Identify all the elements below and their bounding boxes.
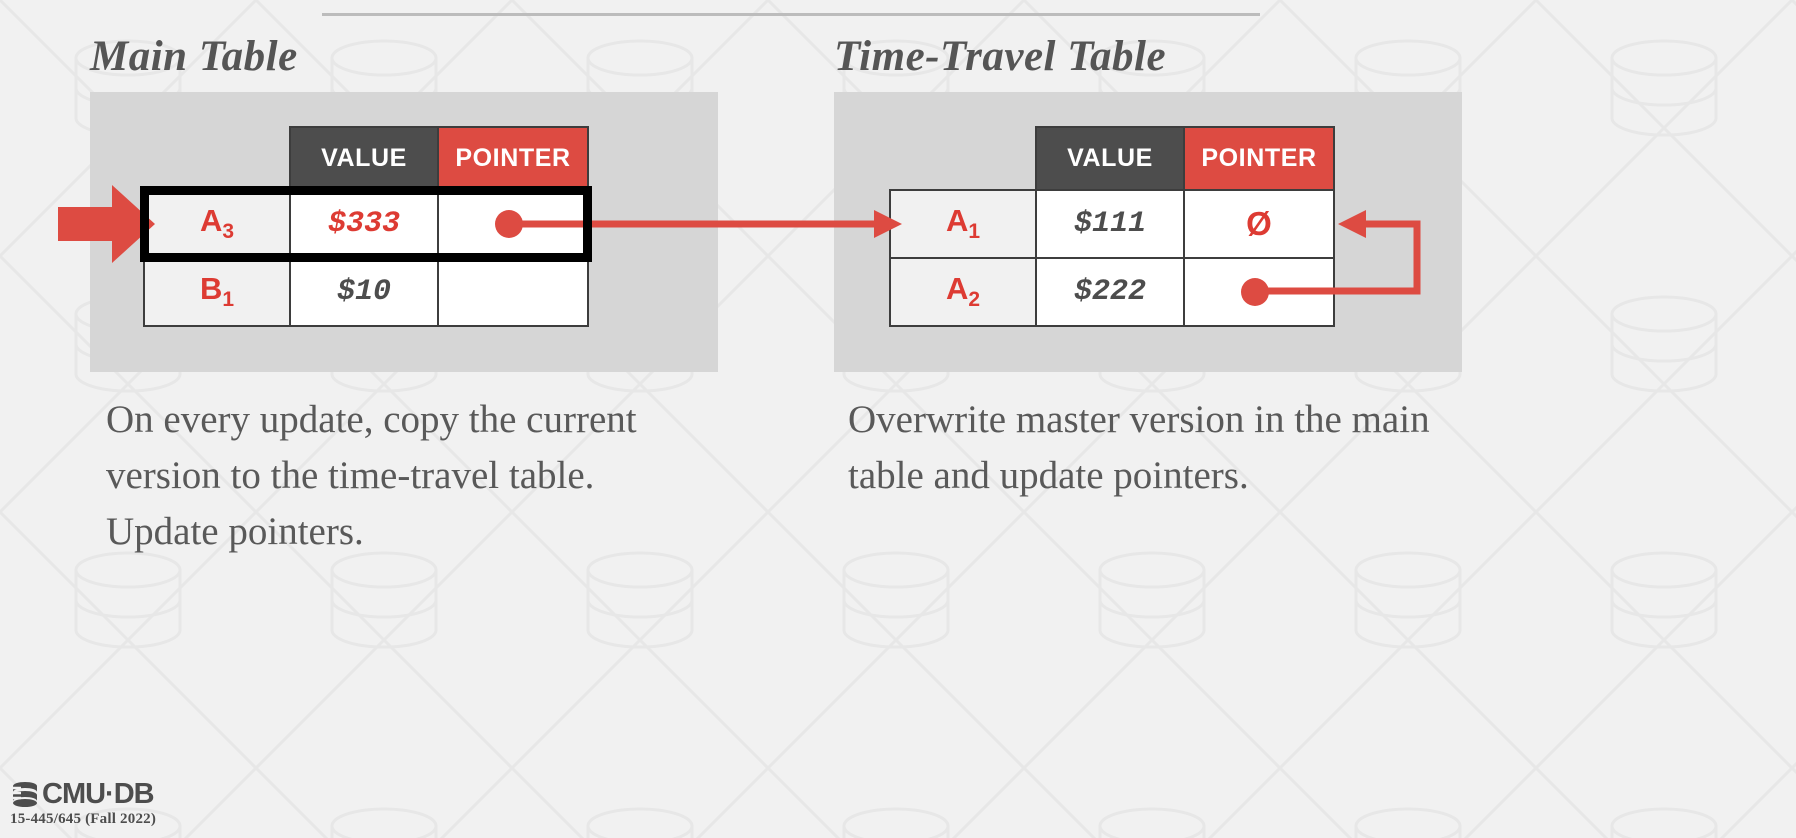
table-row: A1 $111 Ø bbox=[889, 189, 1335, 259]
tt-row-1-key-letter: A bbox=[945, 271, 969, 307]
tt-header-pointer: POINTER bbox=[1183, 126, 1335, 190]
main-table: VALUE POINTER A3 $333 B1 $10 bbox=[143, 126, 589, 327]
cmu-db-logo: CMU·DB bbox=[10, 780, 156, 809]
tt-row-0-value: $111 bbox=[1035, 189, 1185, 259]
time-travel-table-title: Time-Travel Table bbox=[834, 33, 1167, 80]
tt-row-0-key-subscript: 1 bbox=[968, 220, 981, 244]
tt-row-1-value: $222 bbox=[1035, 257, 1185, 327]
main-row-0-value: $333 bbox=[289, 189, 439, 259]
main-row-0-key-subscript: 3 bbox=[222, 220, 235, 244]
pointer-dot-icon bbox=[1241, 278, 1269, 306]
null-pointer-icon: Ø bbox=[1246, 205, 1272, 242]
main-row-1-key-letter: B bbox=[199, 271, 223, 307]
footer: CMU·DB 15-445/645 (Fall 2022) bbox=[10, 780, 156, 828]
table-row: B1 $10 bbox=[143, 257, 589, 327]
main-table-title: Main Table bbox=[90, 33, 298, 80]
tt-header-value: VALUE bbox=[1035, 126, 1185, 190]
main-row-1-key: B1 bbox=[143, 257, 291, 327]
database-cylinder-icon bbox=[10, 781, 37, 807]
main-row-1-value: $10 bbox=[289, 257, 439, 327]
cmu-db-logo-text: CMU·DB bbox=[42, 778, 155, 810]
main-row-0-pointer bbox=[437, 189, 589, 259]
pointer-dot-icon bbox=[495, 210, 523, 238]
tt-row-1-key-subscript: 2 bbox=[968, 288, 981, 312]
time-travel-table: VALUE POINTER A1 $111 Ø A2 $222 bbox=[889, 126, 1335, 327]
course-label: 15-445/645 (Fall 2022) bbox=[10, 811, 157, 827]
main-header-value: VALUE bbox=[289, 126, 439, 190]
main-row-0-key: A3 bbox=[143, 189, 291, 259]
table-header-row: VALUE POINTER bbox=[890, 126, 1335, 190]
main-header-pointer: POINTER bbox=[437, 126, 589, 190]
time-travel-table-caption: Overwrite master version in the main tab… bbox=[848, 398, 1430, 497]
tt-row-0-pointer: Ø bbox=[1183, 189, 1335, 259]
tt-row-1-pointer bbox=[1183, 257, 1335, 327]
main-row-1-pointer bbox=[437, 257, 589, 327]
main-header-key-blank bbox=[144, 127, 290, 190]
main-row-1-key-subscript: 1 bbox=[222, 288, 235, 312]
table-header-row: VALUE POINTER bbox=[144, 126, 589, 190]
tt-row-0-key: A1 bbox=[889, 189, 1037, 259]
table-row: A2 $222 bbox=[889, 257, 1335, 327]
header-divider bbox=[322, 13, 1260, 16]
tt-header-key-blank bbox=[890, 127, 1036, 190]
table-row: A3 $333 bbox=[143, 189, 589, 259]
main-table-caption: On every update, copy the current versio… bbox=[106, 398, 637, 553]
tt-row-1-key: A2 bbox=[889, 257, 1037, 327]
main-row-0-key-letter: A bbox=[199, 203, 223, 239]
tt-row-0-key-letter: A bbox=[945, 203, 969, 239]
